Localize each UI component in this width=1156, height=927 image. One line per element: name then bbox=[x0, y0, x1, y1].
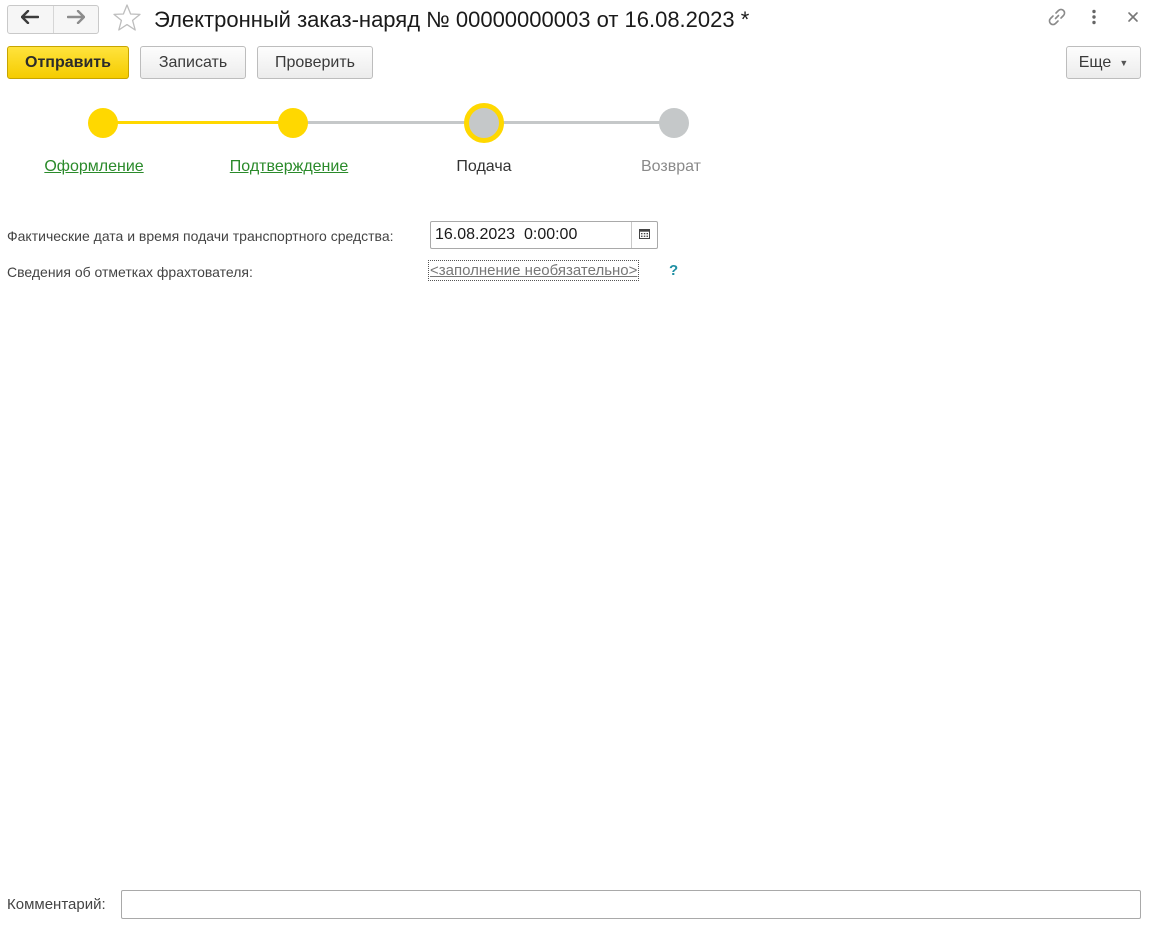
arrow-left-icon bbox=[21, 9, 40, 29]
send-button[interactable]: Отправить bbox=[7, 46, 129, 79]
process-steps: Оформление Подтверждение Подача Возврат bbox=[0, 95, 760, 195]
charterer-notes-label: Сведения об отметках фрахтователя: bbox=[7, 264, 253, 280]
calendar-icon bbox=[639, 226, 650, 244]
step-marker-submission bbox=[464, 103, 504, 143]
link-icon bbox=[1047, 7, 1067, 32]
step-link-formalization[interactable]: Оформление bbox=[44, 158, 143, 176]
star-icon bbox=[112, 3, 142, 38]
step-label-submission: Подача bbox=[456, 158, 512, 175]
history-nav bbox=[7, 5, 99, 34]
datetime-label: Фактические дата и время подачи транспор… bbox=[7, 228, 394, 244]
favorite-button[interactable] bbox=[112, 3, 142, 38]
step-label-return: Возврат bbox=[641, 158, 701, 175]
step-connector bbox=[293, 121, 484, 124]
close-icon bbox=[1127, 10, 1139, 28]
chevron-down-icon: ▼ bbox=[1119, 57, 1129, 68]
step-marker-formalization bbox=[88, 108, 118, 138]
comment-label: Комментарий: bbox=[7, 896, 106, 913]
more-actions-label: Еще bbox=[1078, 53, 1112, 71]
more-menu-button[interactable] bbox=[1083, 8, 1105, 30]
step-connector bbox=[103, 121, 293, 124]
step-link-confirmation[interactable]: Подтверждение bbox=[230, 158, 348, 176]
more-actions-button[interactable]: Еще ▼ bbox=[1066, 46, 1141, 79]
arrow-right-icon bbox=[66, 9, 85, 29]
link-button[interactable] bbox=[1046, 8, 1068, 30]
save-button[interactable]: Записать bbox=[140, 46, 246, 79]
datetime-field bbox=[430, 221, 658, 249]
forward-button[interactable] bbox=[52, 6, 99, 33]
step-marker-confirmation bbox=[278, 108, 308, 138]
calendar-button[interactable] bbox=[631, 222, 657, 248]
charterer-notes-link[interactable]: <заполнение необязательно> bbox=[427, 260, 640, 281]
datetime-input[interactable] bbox=[431, 222, 631, 248]
close-button[interactable] bbox=[1122, 8, 1144, 30]
help-link[interactable]: ? bbox=[669, 262, 678, 279]
more-vertical-icon bbox=[1091, 9, 1097, 30]
back-button[interactable] bbox=[8, 6, 53, 33]
step-marker-return bbox=[659, 108, 689, 138]
window-title: Электронный заказ-наряд № 00000000003 от… bbox=[154, 7, 750, 32]
step-connector bbox=[484, 121, 674, 124]
check-button[interactable]: Проверить bbox=[257, 46, 373, 79]
comment-input[interactable] bbox=[121, 890, 1141, 919]
